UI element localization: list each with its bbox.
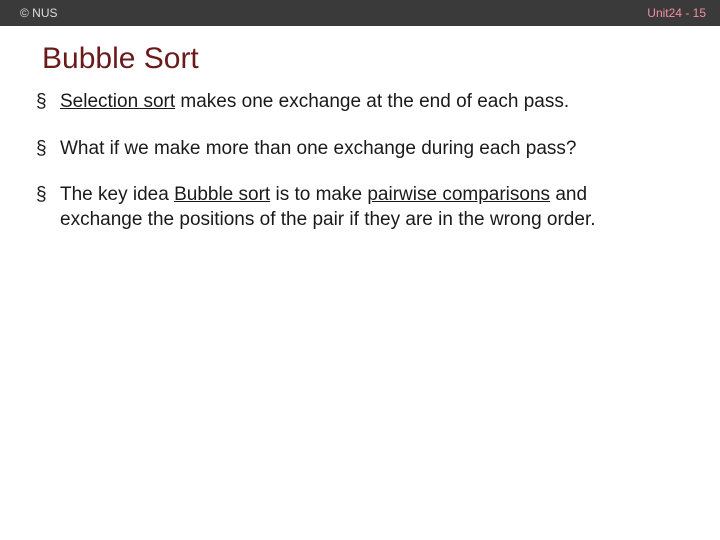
list-item: The key idea Bubble sort is to make pair… [36,183,664,232]
bullet-list: Selection sort makes one exchange at the… [36,90,664,233]
text-segment: makes one exchange at the end of each pa… [175,91,569,112]
slide-title: Bubble Sort [0,26,720,90]
underlined-text: Bubble sort [174,184,270,205]
text-segment: The key idea [60,184,174,205]
underlined-text: pairwise comparisons [367,184,550,205]
list-item: What if we make more than one exchange d… [36,137,664,162]
underlined-text: Selection sort [60,91,175,112]
slide-content: Selection sort makes one exchange at the… [0,90,720,233]
copyright-text: © NUS [20,6,58,20]
list-item: Selection sort makes one exchange at the… [36,90,664,115]
unit-page-label: Unit24 - 15 [647,6,706,20]
text-segment: What if we make more than one exchange d… [60,138,576,159]
text-segment: is to make [270,184,367,205]
slide-header: © NUS Unit24 - 15 [0,0,720,26]
